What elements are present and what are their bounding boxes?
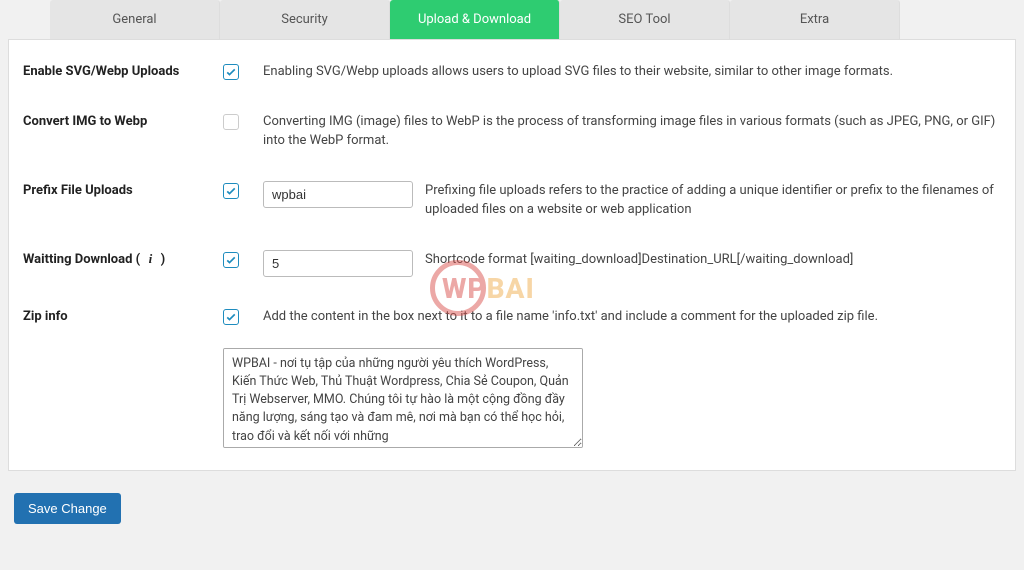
check-icon bbox=[225, 185, 237, 197]
label-convert-webp: Convert IMG to Webp bbox=[23, 112, 223, 129]
label-enable-svg: Enable SVG/Webp Uploads bbox=[23, 62, 223, 79]
desc-prefix-uploads: Prefixing file uploads refers to the pra… bbox=[425, 181, 1001, 220]
settings-panel: Enable SVG/Webp Uploads Enabling SVG/Web… bbox=[8, 39, 1016, 471]
prefix-uploads-input[interactable] bbox=[263, 181, 413, 208]
save-button[interactable]: Save Change bbox=[14, 493, 121, 524]
tab-general[interactable]: General bbox=[50, 0, 220, 39]
label-waiting-download: Waitting Download ( i ) bbox=[23, 250, 223, 267]
checkbox-convert-webp[interactable] bbox=[223, 114, 239, 130]
checkbox-zip-info[interactable] bbox=[223, 309, 239, 325]
desc-enable-svg: Enabling SVG/Webp uploads allows users t… bbox=[263, 62, 1001, 82]
waiting-download-input[interactable] bbox=[263, 250, 413, 277]
zip-info-textarea[interactable] bbox=[223, 348, 583, 448]
desc-zip-info: Add the content in the box next to it to… bbox=[263, 307, 1001, 327]
tabs: General Security Upload & Download SEO T… bbox=[0, 0, 1024, 39]
label-prefix-uploads: Prefix File Uploads bbox=[23, 181, 223, 198]
info-icon: i bbox=[143, 252, 157, 266]
check-icon bbox=[225, 66, 237, 78]
check-icon bbox=[225, 311, 237, 323]
tab-extra[interactable]: Extra bbox=[730, 0, 900, 39]
desc-waiting-download: Shortcode format [waiting_download]Desti… bbox=[425, 250, 1001, 270]
tab-upload-download[interactable]: Upload & Download bbox=[390, 0, 560, 39]
checkbox-waiting-download[interactable] bbox=[223, 252, 239, 268]
check-icon bbox=[225, 254, 237, 266]
checkbox-prefix-uploads[interactable] bbox=[223, 183, 239, 199]
checkbox-enable-svg[interactable] bbox=[223, 64, 239, 80]
desc-convert-webp: Converting IMG (image) files to WebP is … bbox=[263, 112, 1001, 151]
label-zip-info: Zip info bbox=[23, 307, 223, 324]
tab-security[interactable]: Security bbox=[220, 0, 390, 39]
tab-seo-tool[interactable]: SEO Tool bbox=[560, 0, 730, 39]
